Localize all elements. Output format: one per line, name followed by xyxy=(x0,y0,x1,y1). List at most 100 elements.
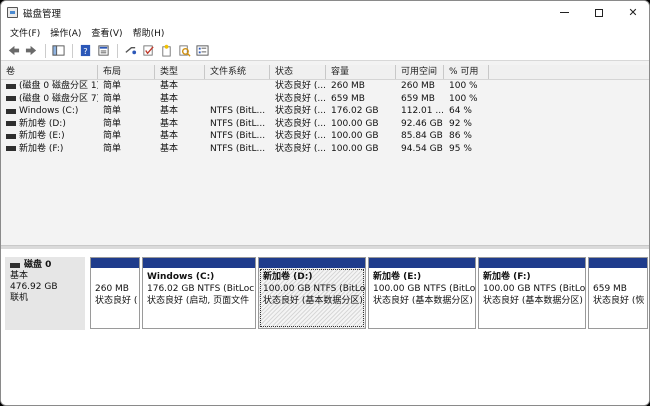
volume-icon xyxy=(6,108,16,114)
column-header-capacity[interactable]: 容量 xyxy=(326,65,396,79)
partition-block[interactable]: 新加卷 (E:) 100.00 GB NTFS (BitLocl 状态良好 (基… xyxy=(368,257,476,329)
toolbar-separator xyxy=(117,43,118,58)
capacity-cell: 659 MB xyxy=(331,93,365,104)
column-header-free-space[interactable]: 可用空间 xyxy=(396,65,444,79)
capacity-cell: 100.00 GB xyxy=(331,131,379,141)
capacity-cell: 176.02 GB xyxy=(331,106,379,116)
menu-action[interactable]: 操作(A) xyxy=(45,26,86,39)
partition-status: 状态良好 ( xyxy=(95,296,138,306)
layout-cell: 简单 xyxy=(103,81,122,91)
capacity-cell: 100.00 GB xyxy=(331,143,379,154)
layout-cell: 简单 xyxy=(103,93,122,104)
menu-help[interactable]: 帮助(H) xyxy=(128,26,170,39)
disk-management-icon xyxy=(7,7,18,18)
column-header-volume[interactable]: 卷 xyxy=(1,65,98,79)
minimize-button[interactable] xyxy=(546,1,582,24)
close-icon: ✕ xyxy=(628,6,638,19)
new-item-button[interactable] xyxy=(158,42,175,59)
column-header-percent-free[interactable]: % 可用 xyxy=(444,65,489,79)
type-cell: 基本 xyxy=(160,81,179,91)
layout-cell: 简单 xyxy=(103,143,122,154)
disk-layout-pane: 磁盘 0 基本 476.92 GB 联机 260 MB 状态良好 ( Windo… xyxy=(1,249,649,405)
disk-0-label[interactable]: 磁盘 0 基本 476.92 GB 联机 xyxy=(5,257,85,330)
volume-list-button[interactable] xyxy=(194,42,211,59)
partition-block[interactable]: 260 MB 状态良好 ( xyxy=(90,257,140,329)
table-row[interactable]: 新加卷 (E:) 简单 基本 NTFS (BitL... 状态良好 (... 1… xyxy=(1,130,649,143)
search-icon xyxy=(179,45,191,57)
table-row[interactable]: 新加卷 (F:) 简单 基本 NTFS (BitL... 状态良好 (... 1… xyxy=(1,143,649,156)
type-cell: 基本 xyxy=(160,93,179,104)
maximize-button[interactable] xyxy=(581,1,617,24)
column-header-layout[interactable]: 布局 xyxy=(98,65,155,79)
volume-icon xyxy=(6,121,16,127)
partition-band xyxy=(91,258,139,268)
menu-view[interactable]: 查看(V) xyxy=(86,26,127,39)
column-header-status[interactable]: 状态 xyxy=(270,65,326,79)
partition-body: 659 MB 状态良好 (恢 xyxy=(589,268,647,310)
help-button[interactable]: ? xyxy=(77,42,94,59)
partition-size: 176.02 GB NTFS (BitLocke xyxy=(147,284,255,294)
partition-body: 新加卷 (E:) 100.00 GB NTFS (BitLocl 状态良好 (基… xyxy=(369,268,475,310)
volume-name: Windows (C:) xyxy=(19,106,79,116)
forward-arrow-icon xyxy=(25,45,37,56)
table-row[interactable]: 新加卷 (D:) 简单 基本 NTFS (BitL... 状态良好 (... 1… xyxy=(1,118,649,131)
volume-name-cell: 新加卷 (D:) xyxy=(1,118,98,131)
table-row[interactable]: (磁盘 0 磁盘分区 1) 简单 基本 状态良好 (... 260 MB 260… xyxy=(1,80,649,93)
back-arrow-icon xyxy=(8,45,20,56)
status-cell: 状态良好 (... xyxy=(275,118,326,129)
volume-name: 新加卷 (F:) xyxy=(19,143,64,154)
filesystem-cell xyxy=(205,93,270,106)
properties-button[interactable] xyxy=(95,42,112,59)
menu-bar: 文件(F) 操作(A) 查看(V) 帮助(H) xyxy=(1,24,649,41)
partition-block[interactable]: 新加卷 (F:) 100.00 GB NTFS (BitLocl 状态良好 (基… xyxy=(478,257,586,329)
volume-name-cell: Windows (C:) xyxy=(1,105,98,118)
volume-name: 新加卷 (D:) xyxy=(19,118,66,129)
disk-type: 基本 xyxy=(10,271,29,281)
capacity-cell: 100.00 GB xyxy=(331,118,379,129)
volume-table-header: 卷 布局 类型 文件系统 状态 容量 可用空间 % 可用 xyxy=(1,65,649,80)
new-item-icon xyxy=(162,44,171,57)
partition-status: 状态良好 (基本数据分区) xyxy=(483,296,583,306)
free-space-cell: 94.54 GB xyxy=(401,143,443,154)
table-row[interactable]: (磁盘 0 磁盘分区 7) 简单 基本 状态良好 (... 659 MB 659… xyxy=(1,93,649,106)
partition-block-selected[interactable]: 新加卷 (D:) 100.00 GB NTFS (BitLocl 状态良好 (基… xyxy=(258,257,366,329)
minimize-icon xyxy=(559,12,569,13)
percent-free-cell: 100 % xyxy=(449,93,478,104)
filesystem-cell xyxy=(205,80,270,93)
partition-block[interactable]: Windows (C:) 176.02 GB NTFS (BitLocke 状态… xyxy=(142,257,256,329)
console-tree-icon xyxy=(52,45,65,56)
table-row[interactable]: Windows (C:) 简单 基本 NTFS (BitL... 状态良好 (.… xyxy=(1,105,649,118)
volume-name: (磁盘 0 磁盘分区 1) xyxy=(19,81,98,91)
column-header-filesystem[interactable]: 文件系统 xyxy=(205,65,270,79)
partition-size: 260 MB xyxy=(95,284,129,294)
partition-band xyxy=(369,258,475,268)
type-cell: 基本 xyxy=(160,106,179,116)
forward-button[interactable] xyxy=(23,42,40,59)
window-title: 磁盘管理 xyxy=(23,9,62,20)
menu-file[interactable]: 文件(F) xyxy=(5,26,45,39)
partition-body: 新加卷 (F:) 100.00 GB NTFS (BitLocl 状态良好 (基… xyxy=(479,268,585,310)
partition-block[interactable]: 659 MB 状态良好 (恢 xyxy=(588,257,648,329)
close-button[interactable]: ✕ xyxy=(615,1,649,24)
column-header-type[interactable]: 类型 xyxy=(155,65,205,79)
partition-band xyxy=(589,258,647,268)
volume-icon xyxy=(6,146,16,152)
partition-status: 状态良好 (基本数据分区) xyxy=(263,296,363,306)
connect-button[interactable] xyxy=(122,42,139,59)
search-button[interactable] xyxy=(176,42,193,59)
status-cell: 状态良好 (... xyxy=(275,131,326,141)
help-icon: ? xyxy=(80,44,91,57)
back-button[interactable] xyxy=(5,42,22,59)
volume-icon xyxy=(6,83,16,89)
filesystem-cell: NTFS (BitL... xyxy=(210,131,266,141)
layout-cell: 简单 xyxy=(103,131,122,141)
disk-size: 476.92 GB xyxy=(10,282,58,292)
capacity-cell: 260 MB xyxy=(331,81,365,91)
disk-management-window: 磁盘管理 ✕ 文件(F) 操作(A) 查看(V) 帮助(H) ? 卷 布局 类型… xyxy=(0,0,650,406)
console-tree-button[interactable] xyxy=(50,42,67,59)
partition-name: Windows (C:) xyxy=(147,272,215,282)
check-button[interactable] xyxy=(140,42,157,59)
disk-status: 联机 xyxy=(10,293,29,303)
disk-name: 磁盘 0 xyxy=(24,260,52,270)
free-space-cell: 85.84 GB xyxy=(401,131,443,141)
